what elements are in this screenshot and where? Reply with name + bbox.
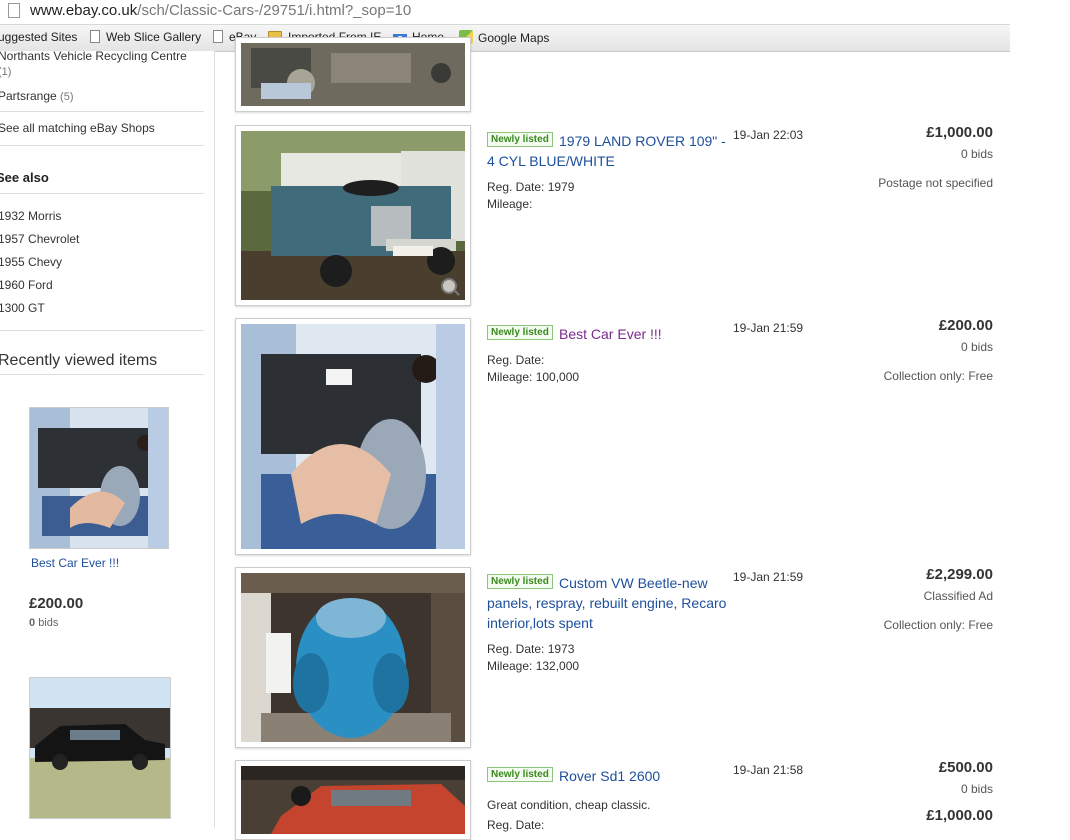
shop-count: (1) [0, 66, 12, 78]
listing-time: 19-Jan 22:03 [733, 128, 804, 142]
listing-time: 19-Jan 21:59 [733, 570, 804, 584]
left-sidebar: Northants Vehicle Recycling Centre (1) P… [0, 51, 215, 828]
see-also-link[interactable]: 1957 Chevrolet [0, 232, 79, 246]
recent-item-image[interactable] [29, 677, 171, 819]
listing-bids: 0 bids [960, 340, 993, 354]
shop-label: Northants Vehicle Recycling Centre [0, 51, 187, 63]
listing-row: Newly listed Best Car Ever !!! Reg. Date… [235, 317, 1015, 556]
url-host: www.ebay.co.uk [30, 2, 138, 19]
listing-price: £200.00 [938, 317, 993, 334]
listing-row: Newly listed Rover Sd1 2600 Great condit… [235, 759, 1015, 840]
recent-item-image[interactable] [29, 407, 169, 549]
divider [0, 145, 204, 146]
bids-count: 0 [29, 617, 36, 629]
recent-item-title[interactable]: Best Car Ever !!! [31, 556, 119, 570]
recent-item-bids: 0 bids [29, 617, 58, 629]
see-also-link[interactable]: 1955 Chevy [0, 255, 62, 269]
page-icon [8, 3, 20, 18]
shop-link[interactable]: Northants Vehicle Recycling Centre [0, 51, 187, 63]
bookmark-google-maps[interactable]: Google Maps [459, 30, 549, 45]
listing-time: 19-Jan 21:58 [733, 763, 804, 777]
zoom-icon[interactable] [441, 278, 457, 294]
see-also-link[interactable]: 1300 GT [0, 301, 45, 315]
listing-postage: Postage not specified [878, 176, 993, 190]
vw-beetle-photo [241, 573, 465, 742]
bids-label: bids [38, 617, 59, 629]
listing-reg-date: Reg. Date: 1973 [487, 642, 575, 656]
listing-row: Newly listed Custom VW Beetle-new panels… [235, 566, 1015, 749]
listing-bids: 0 bids [960, 782, 993, 796]
listing-price: £2,299.00 [926, 566, 993, 583]
listing-image[interactable] [235, 760, 471, 840]
listing-title[interactable]: Custom VW Beetle-new panels, respray, re… [487, 573, 727, 633]
engine-photo [241, 43, 465, 106]
black-car-photo [30, 678, 170, 818]
listing-price: £500.00 [938, 759, 993, 776]
see-also-link[interactable]: 1960 Ford [0, 278, 53, 292]
divider [0, 330, 204, 331]
listing-mileage: Mileage: 132,000 [487, 659, 580, 673]
listing-image[interactable] [235, 567, 471, 748]
listing-image[interactable] [235, 318, 471, 555]
page-icon [213, 30, 223, 43]
recent-item-price: £200.00 [29, 595, 84, 612]
address-bar[interactable]: www.ebay.co.uk/sch/Classic-Cars-/29751/i… [0, 0, 1010, 24]
shop-label: Partsrange [0, 89, 57, 103]
divider [0, 111, 204, 112]
see-all-shops-link[interactable]: See all matching eBay Shops [0, 121, 155, 135]
listing-title[interactable]: 1979 LAND ROVER 109" - 4 CYL BLUE/WHITE [487, 131, 727, 171]
rover-photo [241, 766, 465, 834]
url-text[interactable]: www.ebay.co.uk/sch/Classic-Cars-/29751/i… [30, 2, 411, 19]
listing-mileage: Mileage: [487, 197, 533, 211]
blank-margin [1010, 0, 1070, 828]
listing-bids: 0 bids [960, 147, 993, 161]
listing-format: Classified Ad [923, 589, 993, 603]
listing-time: 19-Jan 21:59 [733, 321, 804, 335]
bookmark-label: Google Maps [478, 31, 550, 45]
bookmark-web-slice-gallery[interactable]: Web Slice Gallery [90, 30, 201, 44]
see-also-heading: See also [0, 170, 49, 185]
see-also-link[interactable]: 1932 Morris [0, 209, 61, 223]
bookmarks-bar: uggested Sites Web Slice Gallery eBay Im… [0, 24, 1010, 52]
listing-title[interactable]: Rover Sd1 2600 [487, 766, 727, 786]
shop-count: (5) [60, 91, 74, 103]
car-interior-photo [30, 408, 168, 548]
car-interior-photo [241, 324, 465, 549]
listing-mileage: Mileage: 100,000 [487, 370, 580, 384]
listing-postage: Collection only: Free [883, 618, 993, 632]
bookmark-suggested-sites[interactable]: uggested Sites [0, 30, 77, 44]
listing-description: Great condition, cheap classic. [487, 798, 651, 812]
listing-reg-date: Reg. Date: [487, 818, 545, 832]
listing-title[interactable]: Best Car Ever !!! [487, 324, 727, 344]
recently-viewed-heading: Recently viewed items [0, 352, 158, 369]
listing-image[interactable] [235, 125, 471, 306]
divider [0, 374, 204, 375]
listing-reg-date: Reg. Date: 1979 [487, 180, 575, 194]
page-icon [90, 30, 100, 43]
listing-reg-date: Reg. Date: [487, 353, 545, 367]
listing-row: Newly listed 1979 LAND ROVER 109" - 4 CY… [235, 124, 1015, 307]
listing-row [235, 37, 1015, 113]
shop-link[interactable]: Partsrange (5) [0, 89, 74, 103]
bookmark-label: Web Slice Gallery [106, 30, 202, 44]
url-path: /sch/Classic-Cars-/29751/i.html?_sop=10 [137, 2, 412, 19]
listing-buy-it-now-price: £1,000.00 [926, 807, 993, 824]
listing-price: £1,000.00 [926, 124, 993, 141]
listing-image[interactable] [235, 37, 471, 112]
listing-postage: Collection only: Free [883, 369, 993, 383]
divider [0, 193, 204, 194]
land-rover-photo [241, 131, 465, 300]
bookmark-label: uggested Sites [0, 30, 78, 44]
